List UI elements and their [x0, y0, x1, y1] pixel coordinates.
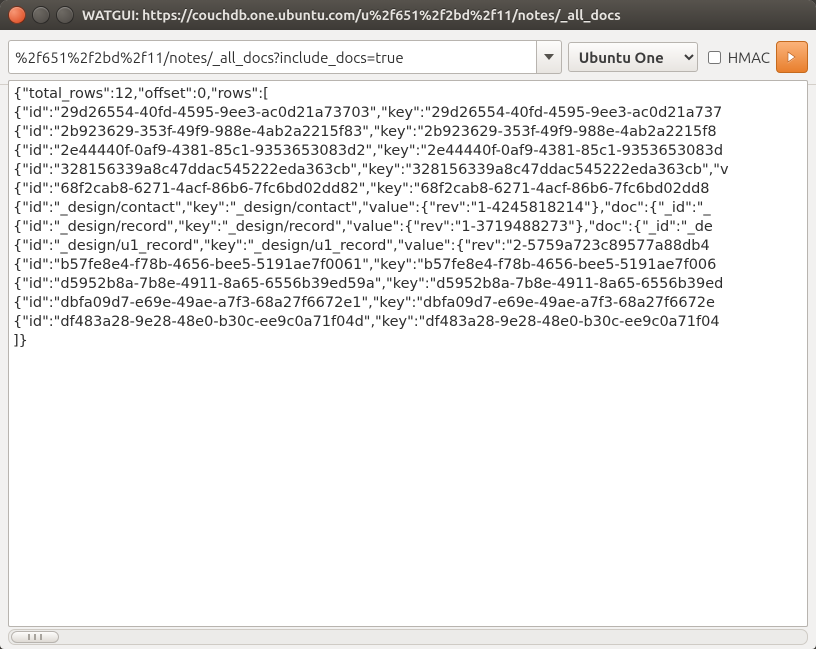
close-window-button[interactable]	[8, 6, 26, 24]
response-text[interactable]: {"total_rows":12,"offset":0,"rows":[ {"i…	[9, 81, 807, 355]
url-input[interactable]	[8, 40, 536, 74]
hmac-toggle[interactable]: HMAC	[704, 48, 770, 67]
hmac-label: HMAC	[728, 49, 770, 66]
url-combo	[8, 40, 562, 74]
horizontal-scrollbar[interactable]	[8, 629, 808, 645]
horizontal-scrollbar-thumb[interactable]	[11, 631, 59, 643]
toolbar: Ubuntu One HMAC	[0, 30, 816, 85]
go-button[interactable]	[776, 41, 808, 73]
arrow-right-icon	[785, 50, 799, 64]
title-bar: WATGUI: https://couchdb.one.ubuntu.com/u…	[0, 0, 816, 30]
response-viewer: {"total_rows":12,"offset":0,"rows":[ {"i…	[8, 80, 808, 627]
hmac-checkbox[interactable]	[708, 51, 721, 64]
minimize-window-button[interactable]	[32, 6, 50, 24]
chevron-down-icon	[544, 54, 554, 60]
window-control-group	[8, 6, 74, 24]
provider-select[interactable]: Ubuntu One	[568, 42, 698, 72]
app-window: WATGUI: https://couchdb.one.ubuntu.com/u…	[0, 0, 816, 649]
url-history-dropdown-button[interactable]	[536, 40, 562, 74]
window-title: WATGUI: https://couchdb.one.ubuntu.com/u…	[82, 7, 808, 23]
maximize-window-button[interactable]	[56, 6, 74, 24]
